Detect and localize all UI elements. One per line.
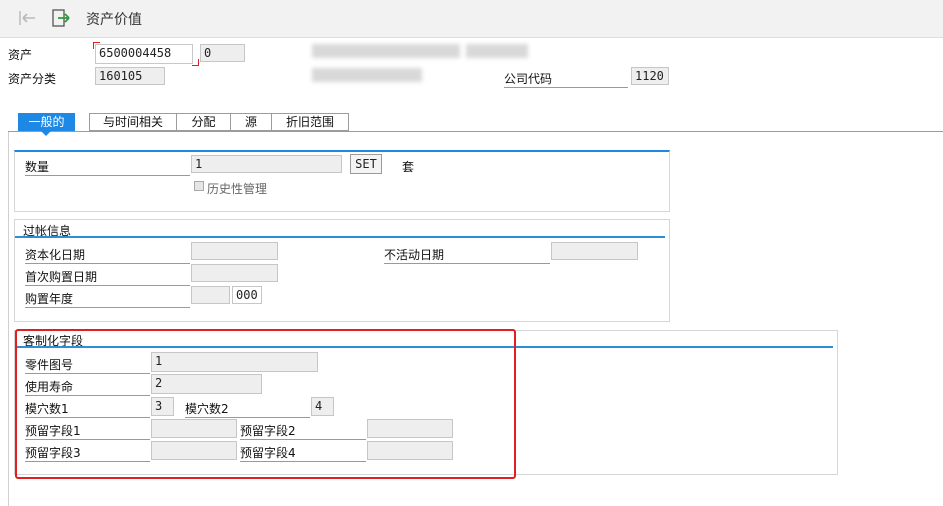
- history-label: 历史性管理: [207, 182, 268, 196]
- asset-subnumber-field[interactable]: 0: [200, 44, 245, 62]
- quantity-field[interactable]: 1: [191, 155, 342, 173]
- tab-strip-line: [8, 131, 943, 132]
- focus-corner: [192, 59, 199, 66]
- company-code-field[interactable]: 1120: [631, 67, 669, 85]
- tab-body-left-border: [8, 132, 9, 506]
- tab-general[interactable]: 一般的: [18, 113, 75, 131]
- unit-text: 套: [402, 160, 415, 174]
- tab-time-dependent[interactable]: 与时间相关: [89, 113, 177, 131]
- inactive-date-field[interactable]: [551, 242, 638, 260]
- asset-class-label: 资产分类: [8, 72, 57, 86]
- back-arrow-icon[interactable]: [17, 7, 39, 29]
- first-acq-date-label: 首次购置日期: [25, 268, 190, 286]
- asset-number-field[interactable]: 6500004458: [95, 44, 193, 64]
- active-tab-pointer: [41, 131, 51, 136]
- window-title: 资产价值: [86, 12, 142, 28]
- tab-allocation[interactable]: 分配: [176, 113, 231, 131]
- first-acq-date-field[interactable]: [191, 264, 278, 282]
- history-checkbox[interactable]: [194, 181, 204, 191]
- redacted-text: [312, 44, 460, 58]
- exit-icon[interactable]: [50, 7, 72, 29]
- cap-date-field[interactable]: [191, 242, 278, 260]
- redacted-text: [466, 44, 528, 58]
- acq-year-label: 购置年度: [25, 290, 190, 308]
- cap-date-label: 资本化日期: [25, 246, 190, 264]
- tab-origin[interactable]: 源: [230, 113, 272, 131]
- acq-year-field[interactable]: [191, 286, 230, 304]
- acq-period-field[interactable]: 000: [232, 286, 262, 304]
- redacted-text: [312, 68, 422, 82]
- tab-depreciation-areas[interactable]: 折旧范围: [271, 113, 349, 131]
- focus-corner: [93, 42, 100, 49]
- company-code-label: 公司代码: [504, 70, 628, 88]
- posting-info-divider: [15, 236, 665, 238]
- quantity-label: 数量: [25, 158, 190, 176]
- inactive-date-label: 不活动日期: [384, 246, 550, 264]
- asset-label: 资产: [8, 48, 33, 62]
- asset-class-field[interactable]: 160105: [95, 67, 165, 85]
- highlight-box: [15, 329, 516, 479]
- unit-button[interactable]: SET: [350, 154, 382, 174]
